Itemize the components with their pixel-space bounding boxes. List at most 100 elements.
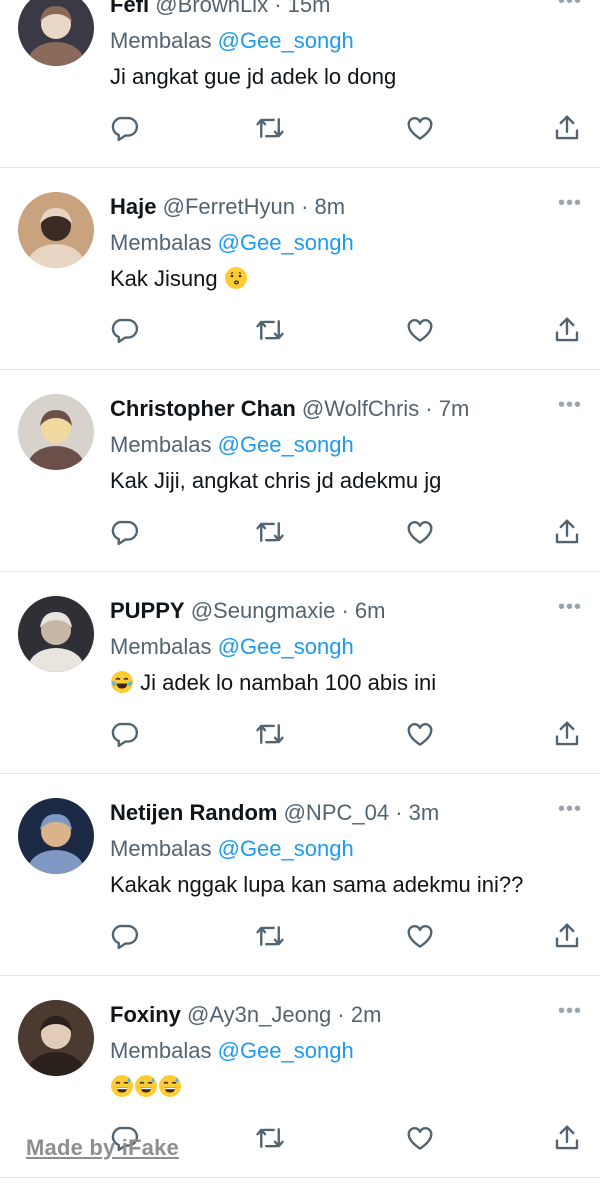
- more-dots-icon[interactable]: •••: [558, 193, 582, 213]
- timestamp[interactable]: 15m: [288, 0, 331, 17]
- replying-to: Membalas @Gee_songh: [110, 228, 580, 258]
- display-name[interactable]: Netijen Random: [110, 800, 277, 825]
- replying-to-label: Membalas: [110, 1038, 212, 1063]
- retweet-icon[interactable]: [253, 313, 287, 347]
- user-handle[interactable]: @BrownLix: [155, 0, 268, 17]
- user-handle[interactable]: @FerretHyun: [163, 194, 295, 219]
- mention-link[interactable]: @Gee_songh: [218, 28, 354, 53]
- mention-link[interactable]: @Gee_songh: [218, 634, 354, 659]
- avatar[interactable]: [18, 596, 94, 672]
- tweet-text: Kakak nggak lupa kan sama adekmu ini??: [110, 870, 580, 900]
- replying-to-label: Membalas: [110, 432, 212, 457]
- reply-icon[interactable]: [108, 919, 142, 953]
- display-name[interactable]: Christopher Chan: [110, 396, 296, 421]
- tweet-reply[interactable]: PUPPY @Seungmaxie · 6m Membalas @Gee_song…: [0, 572, 600, 774]
- tweet-actions: [108, 1121, 582, 1155]
- like-icon[interactable]: [403, 1121, 437, 1155]
- tweet-text: Ji angkat gue jd adek lo dong: [110, 62, 580, 92]
- share-icon[interactable]: [550, 313, 584, 347]
- tweet-text: Kak Jisung: [110, 264, 580, 294]
- mention-link[interactable]: @Gee_songh: [218, 230, 354, 255]
- share-icon[interactable]: [550, 515, 584, 549]
- mention-link[interactable]: @Gee_songh: [218, 432, 354, 457]
- mention-link[interactable]: @Gee_songh: [218, 1038, 354, 1063]
- tweet-actions: [108, 515, 582, 549]
- replying-to: Membalas @Gee_songh: [110, 26, 580, 56]
- tweet-header: PUPPY @Seungmaxie · 6m: [110, 596, 580, 626]
- replying-to: Membalas @Gee_songh: [110, 1036, 580, 1066]
- timestamp[interactable]: 3m: [409, 800, 440, 825]
- tweet-text-content: Kak Jiji, angkat chris jd adekmu jg: [110, 468, 442, 493]
- share-icon[interactable]: [550, 919, 584, 953]
- tweet-reply[interactable]: Netijen Random @NPC_04 · 3m Membalas @Gee…: [0, 774, 600, 976]
- like-icon[interactable]: [403, 717, 437, 751]
- reply-feed: Fefi @BrownLix · 15m Membalas @Gee_songh J…: [0, 0, 600, 1178]
- tweet-header: Haje @FerretHyun · 8m: [110, 192, 580, 222]
- share-icon[interactable]: [550, 717, 584, 751]
- like-icon[interactable]: [403, 313, 437, 347]
- retweet-icon[interactable]: [253, 717, 287, 751]
- tweet-header: Netijen Random @NPC_04 · 3m: [110, 798, 580, 828]
- retweet-icon[interactable]: [253, 919, 287, 953]
- tweet-text-content: Ji angkat gue jd adek lo dong: [110, 64, 397, 89]
- retweet-icon[interactable]: [253, 515, 287, 549]
- share-icon[interactable]: [550, 1121, 584, 1155]
- user-handle[interactable]: @WolfChris: [302, 396, 419, 421]
- grinning-sweat-emoji: [110, 1074, 134, 1098]
- avatar[interactable]: [18, 192, 94, 268]
- tweet-reply[interactable]: Haje @FerretHyun · 8m Membalas @Gee_songh…: [0, 168, 600, 370]
- separator-dot: ·: [389, 800, 409, 825]
- tweet-header: Foxiny @Ay3n_Jeong · 2m: [110, 1000, 580, 1030]
- like-icon[interactable]: [403, 515, 437, 549]
- replying-to-label: Membalas: [110, 634, 212, 659]
- like-icon[interactable]: [403, 919, 437, 953]
- tweet-text-content: Kakak nggak lupa kan sama adekmu ini??: [110, 872, 524, 897]
- share-icon[interactable]: [550, 111, 584, 145]
- avatar[interactable]: [18, 1000, 94, 1076]
- display-name[interactable]: Haje: [110, 194, 156, 219]
- user-handle[interactable]: @Ay3n_Jeong: [187, 1002, 331, 1027]
- user-handle[interactable]: @Seungmaxie: [191, 598, 336, 623]
- reply-icon[interactable]: [108, 717, 142, 751]
- mention-link[interactable]: @Gee_songh: [218, 836, 354, 861]
- timestamp[interactable]: 6m: [355, 598, 386, 623]
- retweet-icon[interactable]: [253, 111, 287, 145]
- display-name[interactable]: Fefi: [110, 0, 149, 17]
- tweet-actions: [108, 111, 582, 145]
- replying-to-label: Membalas: [110, 28, 212, 53]
- replying-to-label: Membalas: [110, 230, 212, 255]
- tweet-header: Fefi @BrownLix · 15m: [110, 0, 580, 20]
- tears-of-joy-emoji: [110, 670, 134, 694]
- watermark: Made by iFake: [26, 1135, 179, 1160]
- like-icon[interactable]: [403, 111, 437, 145]
- user-handle[interactable]: @NPC_04: [284, 800, 390, 825]
- grinning-sweat-emoji: [134, 1074, 158, 1098]
- tweet-actions: [108, 919, 582, 953]
- tweet-text: Kak Jiji, angkat chris jd adekmu jg: [110, 466, 580, 496]
- tweet-actions: [108, 313, 582, 347]
- more-dots-icon[interactable]: •••: [558, 597, 582, 617]
- timestamp[interactable]: 7m: [439, 396, 470, 421]
- timestamp[interactable]: 2m: [351, 1002, 382, 1027]
- reply-icon[interactable]: [108, 111, 142, 145]
- reply-icon[interactable]: [108, 313, 142, 347]
- separator-dot: ·: [268, 0, 288, 17]
- avatar[interactable]: [18, 394, 94, 470]
- tweet-reply[interactable]: Christopher Chan @WolfChris · 7m Membalas…: [0, 370, 600, 572]
- timestamp[interactable]: 8m: [315, 194, 346, 219]
- replying-to: Membalas @Gee_songh: [110, 834, 580, 864]
- grinning-sweat-emoji: [158, 1074, 182, 1098]
- more-dots-icon[interactable]: •••: [558, 799, 582, 819]
- tweet-actions: [108, 717, 582, 751]
- more-dots-icon[interactable]: •••: [558, 395, 582, 415]
- more-dots-icon[interactable]: •••: [558, 0, 582, 11]
- retweet-icon[interactable]: [253, 1121, 287, 1155]
- tweet-text: [110, 1072, 580, 1102]
- tweet-reply[interactable]: Fefi @BrownLix · 15m Membalas @Gee_songh J…: [0, 0, 600, 168]
- avatar[interactable]: [18, 798, 94, 874]
- avatar[interactable]: [18, 0, 94, 66]
- reply-icon[interactable]: [108, 515, 142, 549]
- display-name[interactable]: PUPPY: [110, 598, 185, 623]
- more-dots-icon[interactable]: •••: [558, 1001, 582, 1021]
- display-name[interactable]: Foxiny: [110, 1002, 181, 1027]
